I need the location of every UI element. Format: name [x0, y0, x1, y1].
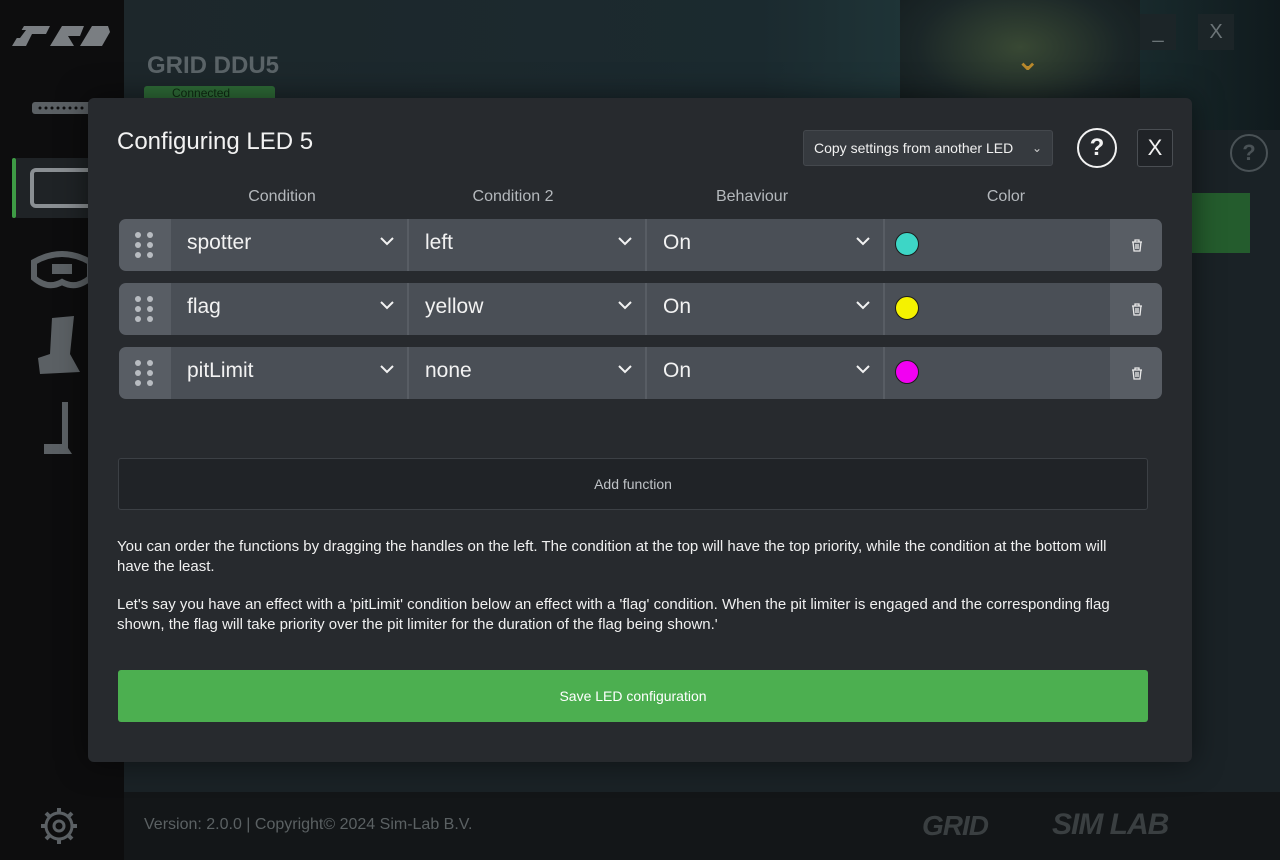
condition2-select[interactable]: left	[409, 219, 645, 271]
help-button[interactable]: ?	[1077, 128, 1117, 168]
column-header-condition2: Condition 2	[472, 188, 554, 205]
trash-icon	[1132, 302, 1142, 316]
condition-select[interactable]: pitLimit	[171, 347, 407, 399]
copy-settings-label: Copy settings from another LED	[814, 140, 1014, 156]
behaviour-select[interactable]: On	[647, 283, 883, 335]
trash-icon	[1132, 366, 1142, 380]
column-header-color: Color	[986, 188, 1026, 205]
minimize-button[interactable]: _	[1140, 14, 1176, 50]
drag-handle-icon[interactable]	[119, 283, 169, 335]
condition2-select[interactable]: none	[409, 347, 645, 399]
function-row: spotter left On	[119, 219, 1162, 271]
pedal-icon[interactable]	[40, 400, 74, 456]
settings-gear-icon[interactable]	[39, 806, 79, 846]
simlab-brand-logo: SIM LAB	[1052, 808, 1169, 841]
color-picker[interactable]	[885, 283, 1110, 335]
drag-handle-icon[interactable]	[119, 219, 169, 271]
chevron-down-icon	[618, 365, 632, 374]
device-image-chevron-icon: ⌄	[1016, 45, 1040, 76]
condition2-value: left	[425, 231, 454, 254]
behaviour-select[interactable]: On	[647, 347, 883, 399]
steering-wheel-icon[interactable]	[30, 248, 94, 292]
behaviour-value: On	[663, 295, 692, 318]
condition-value: spotter	[187, 231, 252, 254]
function-row: pitLimit none On	[119, 347, 1162, 399]
condition2-value: none	[425, 359, 472, 382]
function-row: flag yellow On	[119, 283, 1162, 335]
delete-row-button[interactable]	[1112, 283, 1162, 335]
trash-icon	[1132, 238, 1142, 252]
drag-handle-icon[interactable]	[119, 347, 169, 399]
led-config-dialog: Configuring LED 5 Copy settings from ano…	[88, 98, 1192, 762]
app-logo	[12, 26, 110, 46]
background-help-icon[interactable]: ?	[1230, 134, 1268, 172]
color-picker[interactable]	[885, 219, 1110, 271]
chevron-down-icon: ⌄	[1031, 141, 1042, 155]
status-badge: Connected	[144, 86, 275, 98]
condition-select[interactable]: flag	[171, 283, 407, 335]
color-swatch[interactable]	[895, 296, 919, 320]
help-paragraph-ordering: You can order the functions by dragging …	[117, 538, 1107, 575]
save-led-configuration-button[interactable]: Save LED configuration	[118, 670, 1148, 722]
version-text: Version: 2.0.0 | Copyright© 2024 Sim-Lab…	[144, 816, 473, 833]
copy-settings-dropdown[interactable]: Copy settings from another LED ⌄	[803, 130, 1053, 166]
grid-brand-logo: GRID	[922, 810, 989, 841]
chevron-down-icon	[380, 365, 394, 374]
chevron-down-icon	[856, 301, 870, 310]
ledbar-device-icon[interactable]	[30, 100, 94, 116]
column-header-condition: Condition	[248, 188, 316, 205]
condition2-select[interactable]: yellow	[409, 283, 645, 335]
column-header-behaviour: Behaviour	[715, 188, 789, 205]
chevron-down-icon	[380, 301, 394, 310]
color-swatch[interactable]	[895, 232, 919, 256]
condition-select[interactable]: spotter	[171, 219, 407, 271]
delete-row-button[interactable]	[1112, 347, 1162, 399]
help-paragraph-example: Let's say you have an effect with a 'pit…	[117, 596, 1110, 633]
add-function-button[interactable]: Add function	[118, 458, 1148, 510]
dialog-title: Configuring LED 5	[117, 128, 314, 155]
behaviour-value: On	[663, 359, 692, 382]
chevron-down-icon	[380, 237, 394, 246]
background-action-button[interactable]	[1190, 193, 1250, 253]
chevron-down-icon	[856, 365, 870, 374]
condition-value: pitLimit	[187, 359, 254, 382]
close-dialog-button[interactable]: X	[1137, 129, 1173, 167]
seat-icon[interactable]	[34, 314, 84, 378]
color-swatch[interactable]	[895, 360, 919, 384]
delete-row-button[interactable]	[1112, 219, 1162, 271]
condition2-value: yellow	[425, 295, 484, 318]
chevron-down-icon	[856, 237, 870, 246]
device-title: GRID DDU5	[147, 52, 280, 79]
behaviour-select[interactable]: On	[647, 219, 883, 271]
behaviour-value: On	[663, 231, 692, 254]
window-close-button[interactable]: X	[1198, 14, 1234, 50]
chevron-down-icon	[618, 237, 632, 246]
color-picker[interactable]	[885, 347, 1110, 399]
chevron-down-icon	[618, 301, 632, 310]
condition-value: flag	[187, 295, 221, 318]
